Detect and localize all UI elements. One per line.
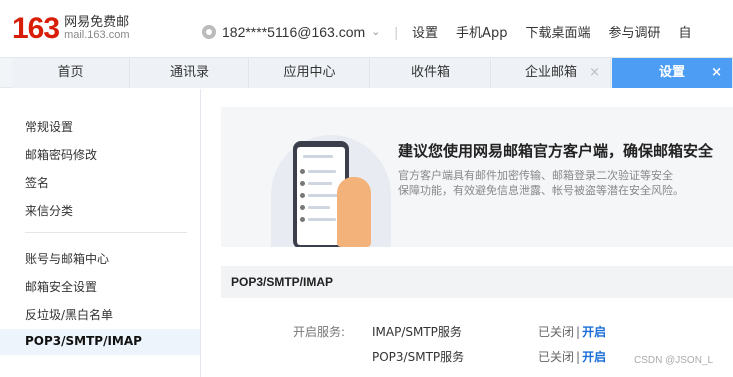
chevron-down-icon[interactable]: ⌄: [371, 25, 380, 38]
tab-home[interactable]: 首页: [12, 58, 130, 88]
tab-inbox[interactable]: 收件箱: [371, 58, 491, 88]
account-email[interactable]: 182****5116@163.com: [222, 24, 365, 40]
link-survey[interactable]: 参与调研: [608, 22, 660, 41]
sidebar-item-accounts[interactable]: 账号与邮箱中心: [25, 250, 109, 267]
link-mobile-app[interactable]: 手机App: [456, 22, 507, 41]
tab-contacts[interactable]: 通讯录: [131, 58, 249, 88]
tab-settings[interactable]: 设置 ×: [612, 58, 733, 88]
tab-label: 应用中心: [283, 65, 336, 80]
client-banner: 建议您使用网易邮箱官方客户端，确保邮箱安全 官方客户端具有邮件加密传输、邮箱登录…: [221, 107, 733, 247]
banner-description: 官方客户端具有邮件加密传输、邮箱登录二次验证等安全 保障功能，有效避免信息泄露、…: [398, 168, 718, 198]
watermark: CSDN @JSON_L: [634, 355, 714, 366]
logo-en-text: mail.163.com: [64, 29, 130, 41]
logo-cn-text: 网易免费邮: [64, 15, 130, 30]
status-divider: |: [576, 350, 581, 364]
tab-label: 首页: [57, 65, 84, 80]
service-status-imap: 已关闭 | 开启: [538, 323, 606, 340]
banner-desc-line: 保障功能，有效避免信息泄露、帐号被盗等潜在安全风险。: [398, 184, 684, 197]
enable-pop3-link[interactable]: 开启: [582, 350, 606, 364]
top-header: 163 网易免费邮 mail.163.com 182****5116@163.c…: [0, 0, 733, 56]
tab-bar: 首页 通讯录 应用中心 收件箱 企业邮箱 × 设置 ×: [0, 57, 733, 88]
tab-label: 设置: [658, 65, 685, 80]
account-bar: 182****5116@163.com ⌄ | 设置 手机App 下载桌面端 参…: [202, 22, 710, 41]
sidebar-item-security[interactable]: 邮箱安全设置: [25, 278, 97, 295]
service-status-pop3: 已关闭 | 开启: [538, 348, 606, 365]
sidebar-item-general[interactable]: 常规设置: [25, 118, 73, 135]
enable-imap-link[interactable]: 开启: [582, 325, 606, 339]
banner-desc-line: 官方客户端具有邮件加密传输、邮箱登录二次验证等安全: [398, 169, 673, 182]
sidebar-item-signature[interactable]: 签名: [25, 174, 49, 191]
tab-label: 通讯录: [169, 65, 209, 80]
enable-services-label: 开启服务:: [293, 325, 346, 339]
sidebar-divider: [25, 232, 187, 233]
status-text: 已关闭: [538, 350, 575, 364]
tab-label: 收件箱: [410, 65, 450, 80]
link-settings[interactable]: 设置: [412, 22, 438, 41]
sidebar-item-filters[interactable]: 来信分类: [25, 202, 73, 219]
sidebar-item-pop3-smtp-imap[interactable]: POP3/SMTP/IMAP: [25, 334, 142, 348]
banner-title: 建议您使用网易邮箱官方客户端，确保邮箱安全: [398, 142, 714, 160]
settings-sidebar: 常规设置 邮箱密码修改 签名 来信分类 账号与邮箱中心 邮箱安全设置 反垃圾/黑…: [0, 89, 201, 377]
section-title: POP3/SMTP/IMAP: [221, 266, 733, 298]
sidebar-item-password[interactable]: 邮箱密码修改: [25, 146, 97, 163]
tab-app-center[interactable]: 应用中心: [250, 58, 370, 88]
sidebar-item-antispam[interactable]: 反垃圾/黑白名单: [25, 306, 113, 323]
tab-enterprise-mail[interactable]: 企业邮箱 ×: [492, 58, 611, 88]
divider: |: [394, 23, 399, 40]
close-icon[interactable]: ×: [711, 58, 722, 88]
link-desktop-download[interactable]: 下载桌面端: [525, 22, 590, 41]
account-icon: [202, 24, 216, 39]
logo[interactable]: 163 网易免费邮 mail.163.com: [12, 14, 129, 44]
logo-number: 163: [12, 12, 60, 45]
status-divider: |: [576, 325, 581, 339]
close-icon[interactable]: ×: [589, 58, 600, 88]
link-more[interactable]: 自: [678, 22, 691, 41]
tab-label: 企业邮箱: [524, 65, 577, 80]
service-name-pop3: POP3/SMTP服务: [372, 350, 465, 364]
phone-illustration: [271, 117, 391, 247]
service-name-imap: IMAP/SMTP服务: [372, 325, 462, 339]
status-text: 已关闭: [538, 325, 575, 339]
